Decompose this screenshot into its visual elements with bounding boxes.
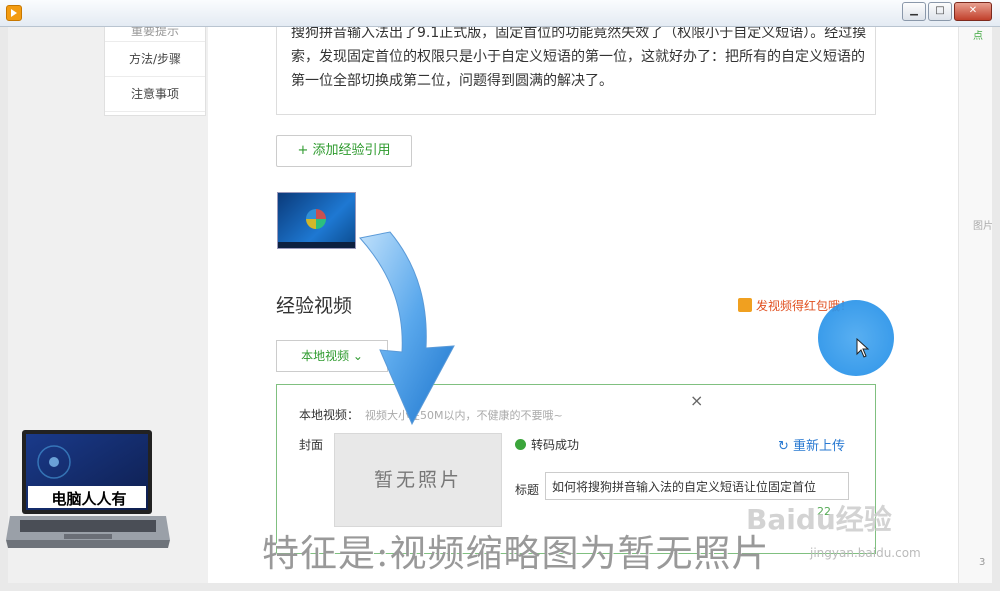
- add-reference-button[interactable]: + 添加经验引用: [276, 135, 412, 167]
- title-label: 标题: [515, 483, 540, 497]
- step-image-thumbnail[interactable]: [277, 192, 356, 249]
- window-titlebar: ▁ □ ✕: [0, 0, 1000, 27]
- gift-icon: [738, 298, 752, 312]
- maximize-button[interactable]: □: [928, 2, 952, 21]
- right-label: 点: [973, 31, 983, 42]
- nav-item-steps[interactable]: 方法/步骤: [105, 42, 205, 77]
- article-text: 搜狗拼音输入法出了9.1正式版，固定首位的功能竟然失效了（权限小于自定义短语）。…: [291, 27, 867, 89]
- laptop-label: 电脑人人有: [51, 490, 127, 508]
- taskbar: [278, 242, 355, 248]
- transcode-status: 转码成功: [515, 436, 579, 453]
- cover-label: 封面: [299, 438, 324, 452]
- status-text: 转码成功: [531, 438, 580, 452]
- refresh-icon: ↻: [777, 439, 793, 454]
- right-label-bottom: 3: [979, 557, 986, 568]
- video-caption: 特征是:视频缩略图为暂无照片: [262, 532, 770, 575]
- video-title-input[interactable]: 如何将搜狗拼音输入法的自定义短语让位固定首位: [545, 472, 849, 500]
- windows-logo-icon: [306, 209, 326, 229]
- minimize-button[interactable]: ▁: [902, 2, 926, 21]
- reupload-label: 重新上传: [792, 439, 845, 454]
- video-section-title: 经验视频: [276, 295, 353, 317]
- close-panel-icon[interactable]: ×: [690, 391, 703, 410]
- video-cover-thumbnail[interactable]: 暂无照片: [334, 433, 502, 527]
- check-icon: [515, 439, 526, 450]
- article-text-box[interactable]: 搜狗拼音输入法出了9.1正式版，固定首位的功能竟然失效了（权限小于自定义短语）。…: [276, 27, 876, 115]
- mouse-cursor-icon: [856, 338, 870, 358]
- nav-item[interactable]: 重要提示: [105, 27, 205, 42]
- app-icon: [6, 5, 22, 21]
- right-label-image: 图片: [973, 221, 992, 232]
- baidu-watermark: Baidu经验: [746, 503, 892, 536]
- nav-item-notes[interactable]: 注意事项: [105, 77, 205, 112]
- reupload-button[interactable]: ↻ 重新上传: [778, 435, 845, 454]
- left-outline-nav: 重要提示 方法/步骤 注意事项: [104, 27, 206, 116]
- blue-arrow-annotation: [359, 231, 455, 426]
- window-controls: ▁ □ ✕: [902, 2, 992, 21]
- cover-placeholder: 暂无照片: [373, 469, 462, 491]
- right-sidebar: 点 图片 3: [958, 27, 992, 583]
- close-window-button[interactable]: ✕: [954, 2, 992, 21]
- watermark-url: jingyan.baidu.com: [810, 546, 921, 560]
